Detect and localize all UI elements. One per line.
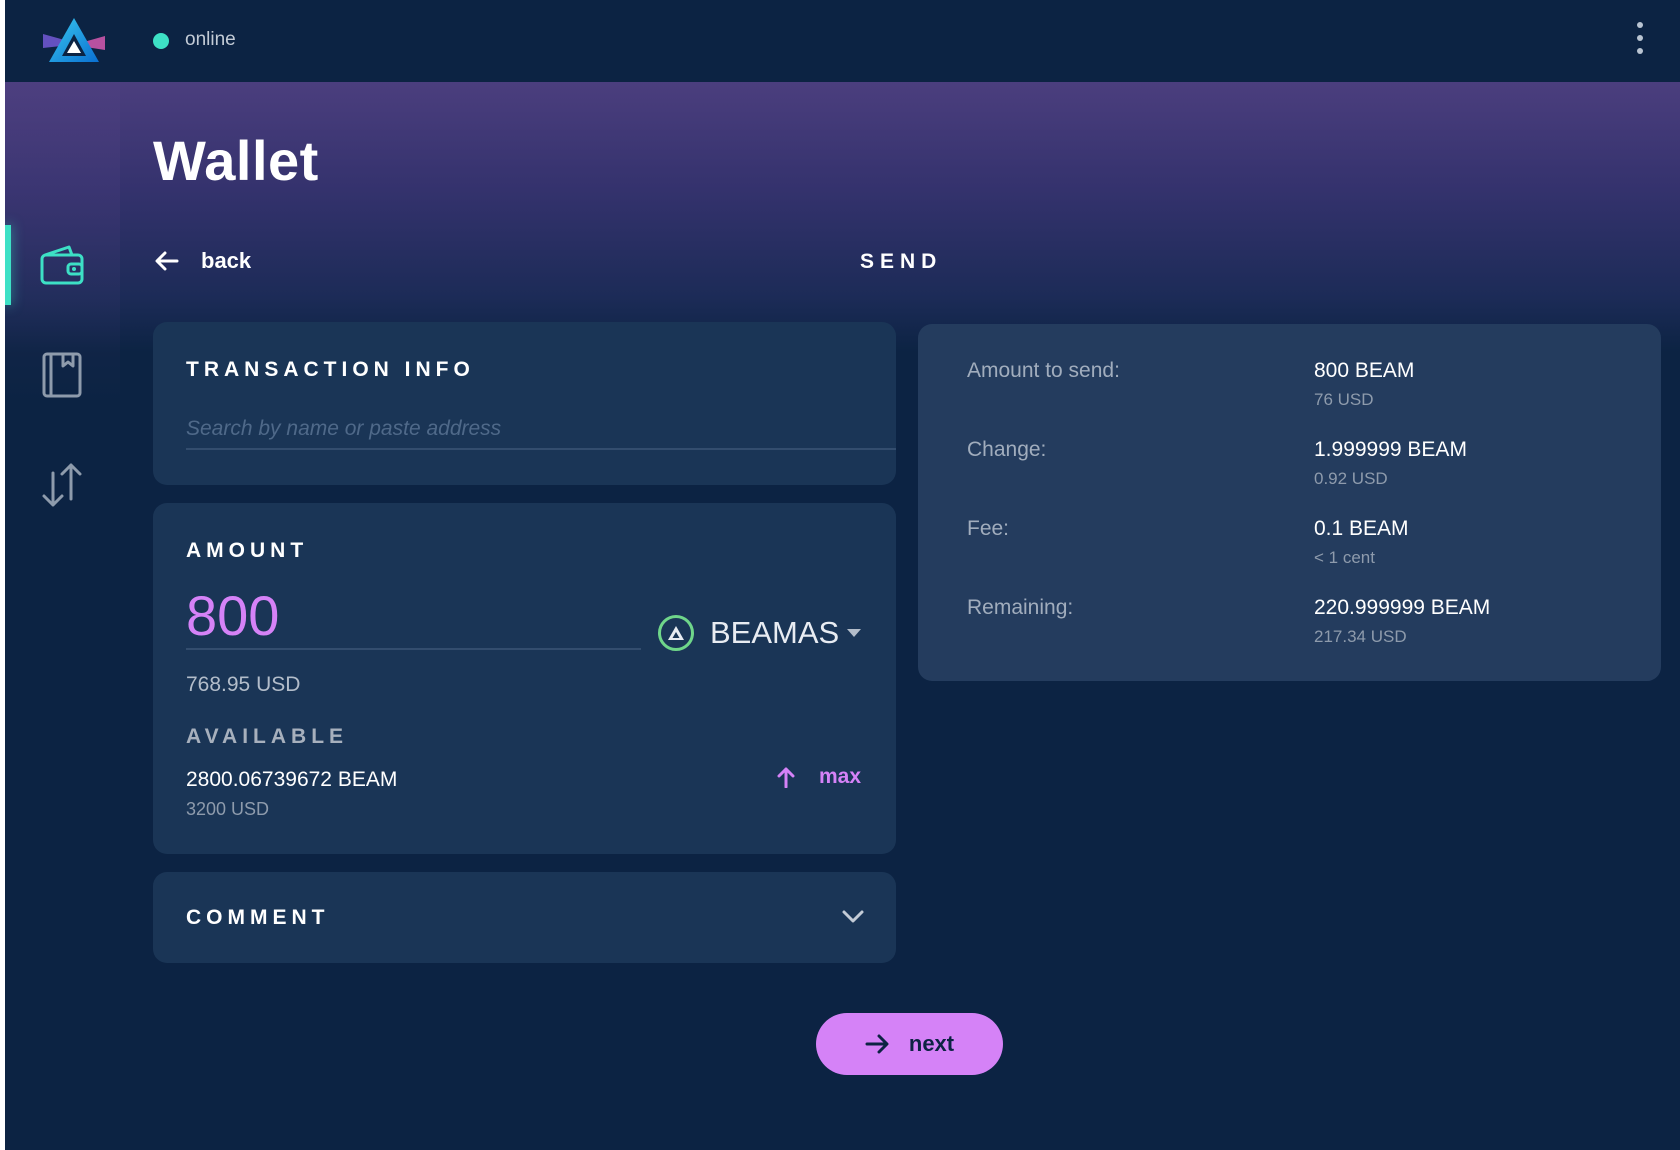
back-label: back (201, 248, 252, 273)
sidebar-item-transactions[interactable] (5, 443, 120, 523)
summary-usd: 217.34 USD (1314, 627, 1407, 646)
beam-asset-icon (658, 615, 694, 651)
asset-name: BEAMAS (710, 615, 840, 650)
amount-label: AMOUNT (186, 539, 309, 562)
address-book-icon (42, 352, 82, 398)
wallet-icon (40, 245, 84, 285)
summary-row-remaining: Remaining: 220.999999 BEAM 217.34 USD (967, 596, 1627, 666)
max-label: max (819, 765, 862, 788)
arrow-up-icon (777, 767, 795, 788)
summary-label: Fee: (967, 517, 1010, 540)
caret-down-icon (847, 629, 862, 637)
summary-value: 1.999999 BEAM (1314, 438, 1467, 461)
arrow-left-icon (155, 251, 179, 271)
summary-value: 220.999999 BEAM (1314, 596, 1491, 619)
comment-card[interactable]: COMMENT (153, 872, 896, 963)
beam-logo (43, 18, 105, 62)
amount-input[interactable]: 800 (186, 583, 279, 648)
amount-card: AMOUNT 800 768.95 USD BEAMAS AVAILABLE 2… (153, 503, 896, 854)
comment-label: COMMENT (186, 906, 330, 929)
chevron-down-icon[interactable] (841, 908, 865, 924)
next-label: next (908, 1031, 955, 1056)
amount-usd: 768.95 USD (186, 673, 301, 696)
summary-value: 0.1 BEAM (1314, 517, 1409, 540)
more-vertical-icon[interactable] (1633, 22, 1647, 62)
transaction-info-label: TRANSACTION INFO (186, 358, 475, 381)
summary-row-amount: Amount to send: 800 BEAM 76 USD (967, 359, 1627, 429)
summary-usd: < 1 cent (1314, 548, 1375, 567)
wallet-app: online Wallet back SEND TRANSACTION INFO… (5, 0, 1680, 1150)
page-title: Wallet (153, 129, 319, 192)
summary-row-change: Change: 1.999999 BEAM 0.92 USD (967, 438, 1627, 508)
sidebar-item-addresses[interactable] (5, 334, 120, 414)
back-button[interactable]: back (155, 244, 251, 278)
summary-usd: 76 USD (1314, 390, 1374, 409)
summary-label: Change: (967, 438, 1047, 461)
available-label: AVAILABLE (186, 725, 349, 748)
arrow-right-icon (865, 1034, 889, 1054)
amount-underline (186, 648, 641, 650)
sidebar-item-wallet[interactable] (5, 225, 120, 305)
summary-label: Amount to send: (967, 359, 1120, 382)
top-bar: online (5, 0, 1680, 82)
address-search-input[interactable] (186, 410, 896, 450)
status-indicator (153, 33, 169, 49)
send-title: SEND (860, 250, 943, 273)
transaction-info-card: TRANSACTION INFO (153, 322, 896, 485)
header-gradient (5, 82, 1680, 352)
next-button[interactable]: next (816, 1013, 1003, 1075)
asset-selector[interactable]: BEAMAS (658, 615, 862, 651)
summary-label: Remaining: (967, 596, 1074, 619)
status-label: online (185, 29, 236, 50)
summary-usd: 0.92 USD (1314, 469, 1388, 488)
send-summary-card: Amount to send: 800 BEAM 76 USD Change: … (918, 324, 1661, 681)
available-amount: 2800.06739672 BEAM (186, 768, 398, 791)
summary-row-fee: Fee: 0.1 BEAM < 1 cent (967, 517, 1627, 587)
transactions-icon (42, 463, 82, 507)
max-button[interactable]: max (777, 765, 861, 789)
summary-value: 800 BEAM (1314, 359, 1415, 382)
available-usd: 3200 USD (186, 799, 270, 819)
